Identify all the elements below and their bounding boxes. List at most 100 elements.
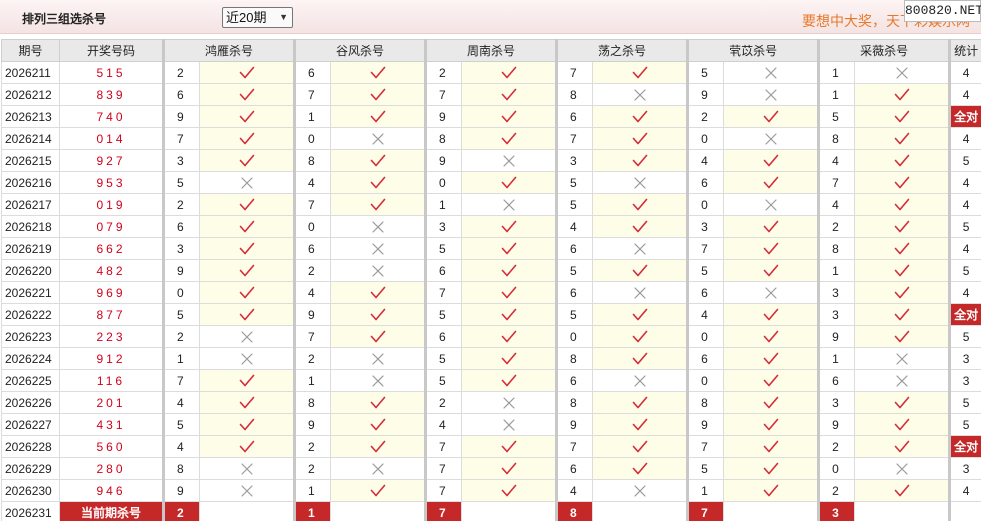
count-cell: 5 — [948, 325, 981, 348]
kill-number-cell: 1 — [817, 347, 856, 370]
kill-number-cell: 5 — [555, 303, 594, 326]
draw-number-cell: 927 — [59, 149, 164, 172]
check-icon — [894, 285, 910, 299]
kill-number-cell: 5 — [424, 347, 463, 370]
result-cell — [723, 281, 820, 304]
result-cell — [198, 193, 296, 216]
kill-number-cell: 3 — [686, 215, 725, 238]
kill-number-cell: 2 — [817, 215, 856, 238]
draw-number-cell: 223 — [59, 325, 164, 348]
kill-number-cell: 6 — [424, 325, 463, 348]
check-icon — [370, 153, 386, 167]
result-cell — [723, 479, 820, 502]
kill-number-cell: 0 — [293, 127, 332, 150]
table-row: 2026218 079 6 0 3 4 3 2 5 — [1, 215, 981, 238]
kill-number-cell: 8 — [293, 149, 332, 172]
result-cell — [592, 325, 689, 348]
kill-number-cell: 0 — [555, 325, 594, 348]
result-cell — [461, 171, 558, 194]
kill-number-cell: 6 — [555, 457, 594, 480]
result-cell — [723, 413, 820, 436]
check-icon — [632, 351, 648, 365]
current-kill-number: 1 — [293, 501, 332, 521]
header-expert: 荡之杀号 — [555, 39, 689, 62]
result-cell — [723, 171, 820, 194]
header-expert: 周南杀号 — [424, 39, 558, 62]
check-icon — [894, 483, 910, 497]
kill-number-cell: 9 — [817, 413, 856, 436]
check-icon — [501, 329, 517, 343]
check-icon — [894, 263, 910, 277]
kill-number-cell: 1 — [293, 369, 332, 392]
check-icon — [632, 329, 648, 343]
kill-number-cell: 6 — [686, 171, 725, 194]
count-cell: 5 — [948, 413, 981, 436]
result-cell — [330, 457, 427, 480]
kill-number-cell: 1 — [162, 347, 200, 370]
full-correct-badge: 全对 — [948, 303, 981, 326]
period-cell: 2026218 — [1, 215, 60, 238]
kill-number-cell: 3 — [424, 215, 463, 238]
table-row: 2026213 740 9 1 9 6 2 5 全对 — [1, 105, 981, 128]
check-icon — [501, 219, 517, 233]
check-icon — [370, 109, 386, 123]
check-icon — [501, 109, 517, 123]
period-cell: 2026223 — [1, 325, 60, 348]
cross-icon — [764, 198, 777, 212]
kill-number-cell: 5 — [424, 369, 463, 392]
kill-number-cell: 2 — [293, 435, 332, 458]
table-row: 2026220 482 9 2 6 5 5 1 5 — [1, 259, 981, 282]
result-cell — [330, 369, 427, 392]
kill-number-cell: 5 — [686, 259, 725, 282]
result-cell — [330, 127, 427, 150]
kill-number-cell: 5 — [424, 303, 463, 326]
kill-number-cell: 6 — [555, 105, 594, 128]
period-cell: 2026229 — [1, 457, 60, 480]
draw-number-cell: 560 — [59, 435, 164, 458]
check-icon — [501, 131, 517, 145]
result-cell — [592, 215, 689, 238]
result-cell — [854, 215, 951, 238]
check-icon — [632, 219, 648, 233]
result-cell — [854, 281, 951, 304]
result-cell — [723, 457, 820, 480]
result-cell — [723, 237, 820, 260]
period-range-select[interactable]: 近20期 ▼ — [222, 7, 293, 28]
check-icon — [239, 87, 255, 101]
draw-number-cell: 662 — [59, 237, 164, 260]
result-cell — [592, 127, 689, 150]
result-cell — [592, 237, 689, 260]
check-icon — [894, 153, 910, 167]
result-cell — [592, 347, 689, 370]
kill-number-cell: 8 — [293, 391, 332, 414]
check-icon — [632, 65, 648, 79]
kill-number-cell: 6 — [293, 61, 332, 84]
check-icon — [763, 219, 779, 233]
kill-number-cell: 4 — [293, 171, 332, 194]
chevron-down-icon: ▼ — [279, 12, 288, 22]
result-cell — [592, 413, 689, 436]
check-icon — [501, 307, 517, 321]
draw-number-cell: 280 — [59, 457, 164, 480]
kill-number-cell: 2 — [686, 105, 725, 128]
check-icon — [239, 131, 255, 145]
kill-number-cell: 2 — [162, 193, 200, 216]
result-cell — [723, 303, 820, 326]
kill-number-cell: 0 — [686, 325, 725, 348]
check-icon — [632, 439, 648, 453]
result-cell — [461, 347, 558, 370]
result-cell — [330, 83, 427, 106]
kill-number-cell: 7 — [424, 435, 463, 458]
cross-icon — [502, 154, 515, 168]
table-header-row: 期号 开奖号码 鸿雁杀号 谷风杀号 周南杀号 荡之杀号 茕苡杀号 采薇杀号 统计 — [1, 39, 981, 62]
result-cell — [198, 237, 296, 260]
current-kill-number: 3 — [817, 501, 856, 521]
result-cell — [198, 215, 296, 238]
check-icon — [370, 197, 386, 211]
check-icon — [894, 417, 910, 431]
draw-number-cell: 877 — [59, 303, 164, 326]
result-cell — [854, 391, 951, 414]
check-icon — [763, 175, 779, 189]
period-cell: 2026214 — [1, 127, 60, 150]
kill-number-cell: 9 — [686, 83, 725, 106]
